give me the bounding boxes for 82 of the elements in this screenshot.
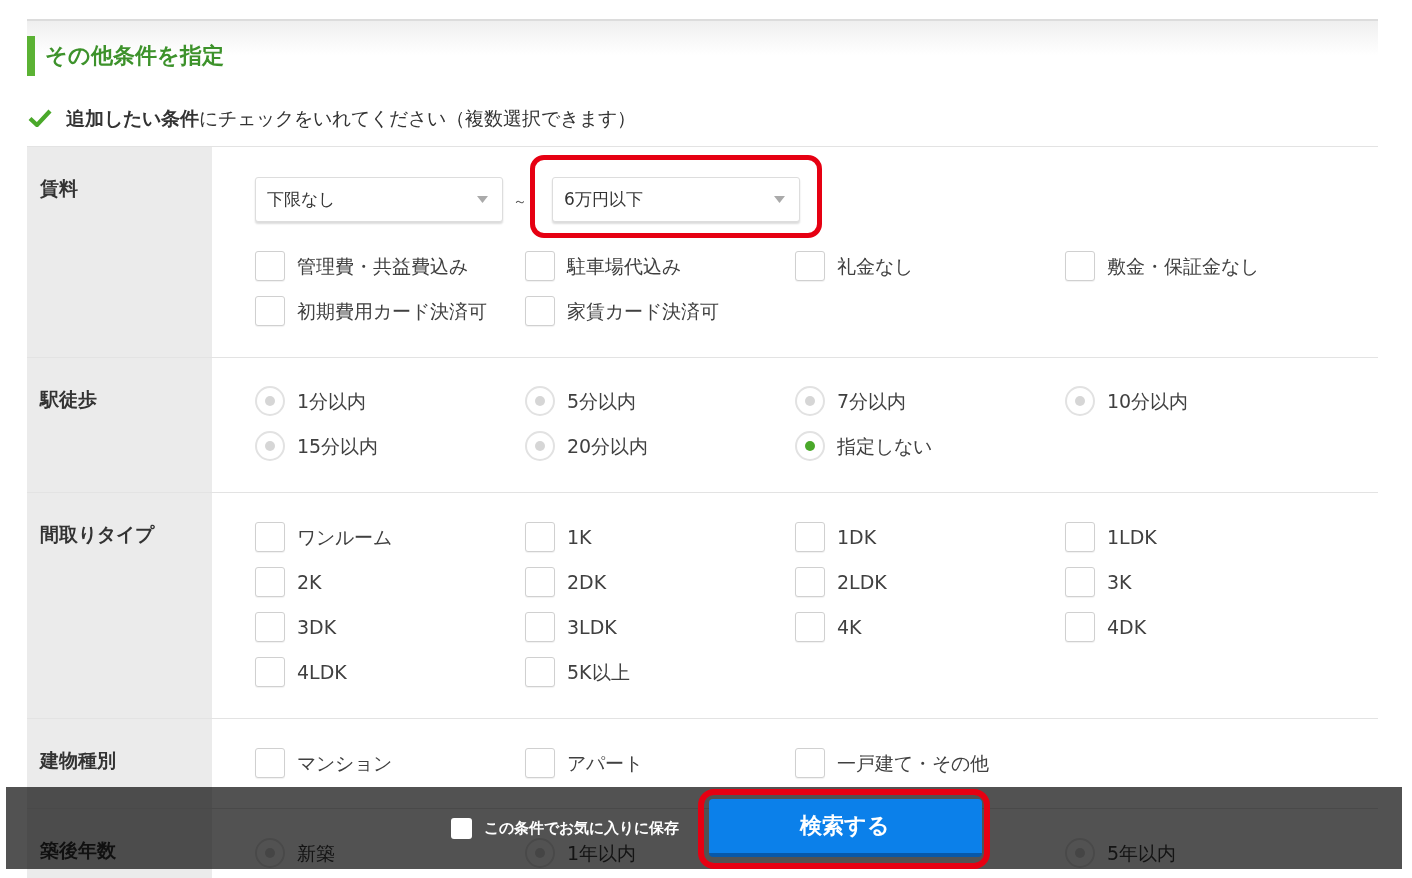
option-label: マンション xyxy=(297,750,392,775)
checkbox[interactable] xyxy=(795,566,825,597)
range-separator: ～ xyxy=(513,196,527,205)
row-label: 間取りタイプ xyxy=(40,522,154,546)
radio-button[interactable] xyxy=(255,386,285,417)
radio-button[interactable] xyxy=(255,431,285,462)
checkbox[interactable] xyxy=(525,612,555,643)
option-label: 敷金・保証金なし xyxy=(1107,253,1259,278)
caret-icon xyxy=(774,196,785,203)
checkbox[interactable] xyxy=(255,612,285,643)
option-label: 15分以内 xyxy=(297,434,379,459)
option-label: 2K xyxy=(297,569,322,594)
option-label: ワンルーム xyxy=(297,524,392,549)
checkbox[interactable] xyxy=(795,250,825,281)
option-label: 礼金なし xyxy=(837,253,913,278)
section-title: その他条件を指定 xyxy=(27,36,224,76)
option-label: 5年以内 xyxy=(1107,840,1177,865)
option-label: 1K xyxy=(567,524,592,549)
option-label: 4DK xyxy=(1107,615,1147,640)
checkbox[interactable] xyxy=(1065,521,1095,552)
save-favorite-label: この条件でお気に入りに保存 xyxy=(483,818,679,838)
checkbox[interactable] xyxy=(525,521,555,552)
radio-button[interactable] xyxy=(795,431,825,462)
select-field[interactable]: 6万円以下 xyxy=(552,177,800,222)
row-label: 建物種別 xyxy=(40,748,116,772)
checkbox[interactable] xyxy=(1065,566,1095,597)
checkbox[interactable] xyxy=(525,250,555,281)
option-label: 3K xyxy=(1107,569,1132,594)
option-label: 一戸建て・その他 xyxy=(837,750,989,775)
option-label: 1年以内 xyxy=(567,840,637,865)
select-field[interactable]: 下限なし xyxy=(255,177,503,222)
checkbox[interactable] xyxy=(525,295,555,326)
checkbox[interactable] xyxy=(795,521,825,552)
option-label: 初期費用カード決済可 xyxy=(297,298,487,323)
checkbox[interactable] xyxy=(525,747,555,778)
row-label: 築後年数 xyxy=(40,838,116,863)
checkbox[interactable] xyxy=(525,566,555,597)
checkbox[interactable] xyxy=(255,521,285,552)
option-label: 1LDK xyxy=(1107,524,1157,549)
radio-button[interactable] xyxy=(255,837,285,868)
checkbox[interactable] xyxy=(255,250,285,281)
option-label: 新築 xyxy=(297,840,335,865)
radio-button[interactable] xyxy=(525,386,555,417)
option-label: 1分以内 xyxy=(297,389,367,414)
option-label: 指定しない xyxy=(837,434,932,459)
option-label: 20分以内 xyxy=(567,434,649,459)
checkbox[interactable] xyxy=(1065,612,1095,643)
row-label: 駅徒歩 xyxy=(40,386,97,411)
option-label: 4K xyxy=(837,615,862,640)
option-label: 管理費・共益費込み xyxy=(297,253,468,278)
option-label: 家賃カード決済可 xyxy=(567,298,719,323)
checkbox[interactable] xyxy=(1065,250,1095,281)
radio-button[interactable] xyxy=(525,837,555,868)
check-icon xyxy=(28,109,52,127)
checkbox[interactable] xyxy=(795,612,825,643)
checkbox[interactable] xyxy=(255,566,285,597)
radio-button[interactable] xyxy=(1065,386,1095,417)
radio-button[interactable] xyxy=(525,431,555,462)
option-label: 5分以内 xyxy=(567,389,637,414)
caret-icon xyxy=(477,196,488,203)
instruction-text: 追加したい条件にチェックをいれてください（複数選択できます） xyxy=(66,106,636,130)
row-label: 賃料 xyxy=(40,176,78,200)
option-label: 7分以内 xyxy=(837,389,907,414)
option-label: 10分以内 xyxy=(1107,389,1189,414)
checkbox[interactable] xyxy=(255,747,285,778)
option-label: アパート xyxy=(567,750,643,775)
option-label: 4LDK xyxy=(297,660,347,685)
option-label: 2DK xyxy=(567,569,607,594)
checkbox[interactable] xyxy=(255,657,285,688)
checkbox[interactable] xyxy=(450,817,472,839)
checkbox[interactable] xyxy=(795,747,825,778)
checkbox[interactable] xyxy=(525,657,555,688)
option-label: 2LDK xyxy=(837,569,887,594)
radio-button[interactable] xyxy=(1065,837,1095,868)
option-label: 1DK xyxy=(837,524,877,549)
option-label: 駐車場代込み xyxy=(567,253,681,278)
option-label: 3DK xyxy=(297,615,337,640)
option-label: 5K以上 xyxy=(567,660,630,685)
radio-button[interactable] xyxy=(795,386,825,417)
checkbox[interactable] xyxy=(255,295,285,326)
search-button[interactable]: 検索する xyxy=(708,799,982,857)
option-label: 3LDK xyxy=(567,615,617,640)
